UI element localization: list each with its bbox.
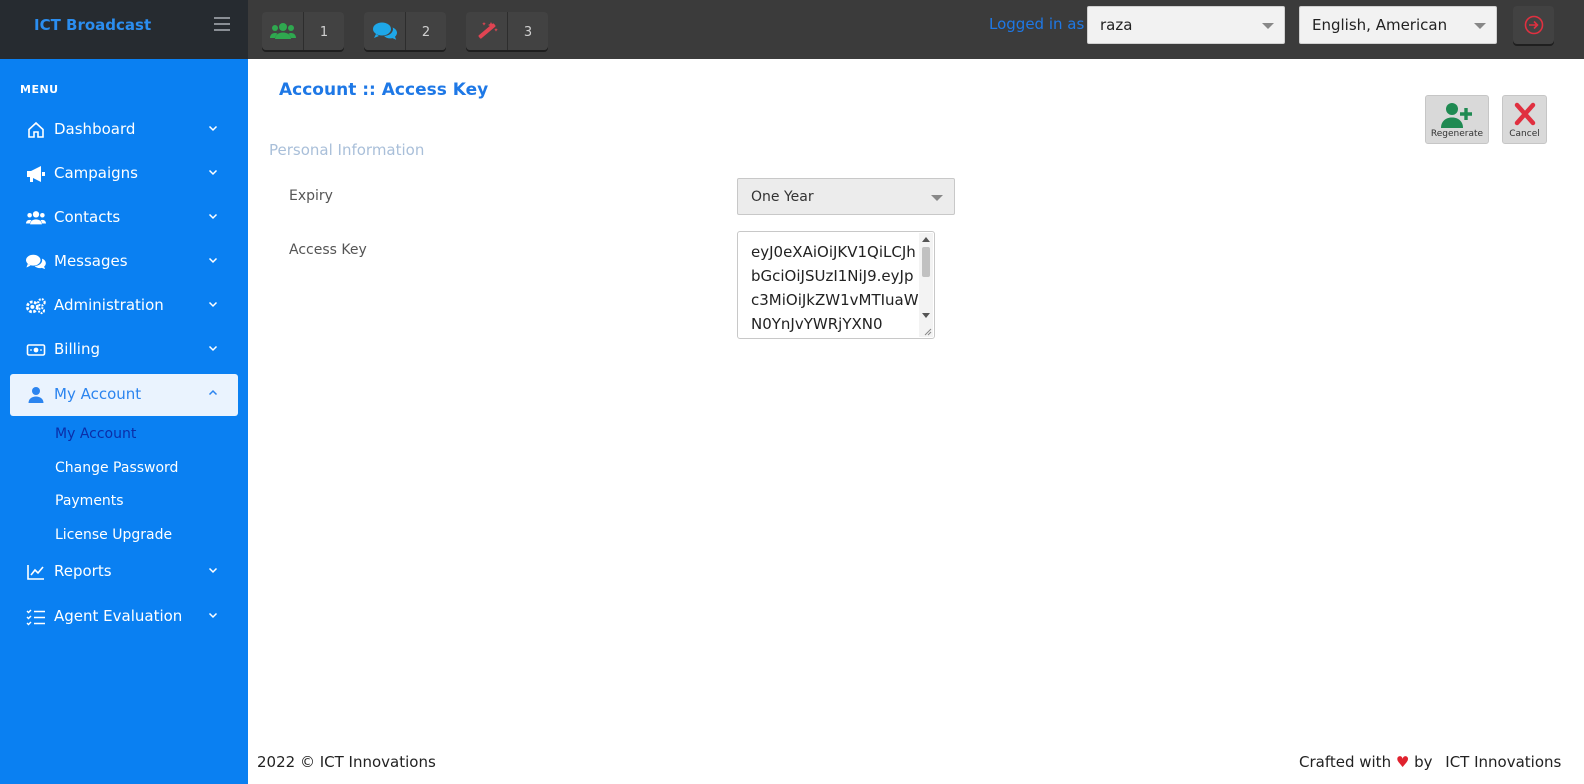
sidebar-item-contacts[interactable]: Contacts xyxy=(10,197,238,239)
money-icon xyxy=(26,344,46,356)
home-icon xyxy=(28,121,44,138)
sidebar-item-dashboard[interactable]: Dashboard xyxy=(10,109,238,151)
page-title: Account :: Access Key xyxy=(279,80,489,100)
gears-icon xyxy=(26,298,46,315)
quick-button-contacts[interactable]: 1 xyxy=(262,12,344,50)
regenerate-button[interactable]: Regenerate xyxy=(1425,95,1489,144)
user-select[interactable]: raza xyxy=(1087,6,1285,44)
sidebar-item-agent-evaluation[interactable]: Agent Evaluation xyxy=(10,596,238,638)
quick-button-messages[interactable]: 2 xyxy=(364,12,446,50)
regenerate-label: Regenerate xyxy=(1430,129,1484,139)
footer-company-link[interactable]: ICT Innovations xyxy=(1445,753,1561,771)
chevron-down-icon xyxy=(1474,23,1486,29)
chat-icon xyxy=(364,12,406,50)
chevron-down-icon xyxy=(208,301,218,308)
cancel-label: Cancel xyxy=(1509,129,1540,139)
language-select-value: English, American xyxy=(1312,16,1448,34)
app-title[interactable]: ICT Broadcast xyxy=(34,16,151,34)
chevron-down-icon xyxy=(931,195,943,201)
quick-button-count: 1 xyxy=(304,12,344,50)
expiry-select[interactable]: One Year xyxy=(737,178,955,215)
expiry-select-value: One Year xyxy=(751,189,814,205)
chevron-down-icon xyxy=(208,567,218,574)
chevron-up-icon xyxy=(208,389,218,396)
users-icon xyxy=(262,12,304,50)
submenu-change-password[interactable]: Change Password xyxy=(55,460,178,476)
sidebar-item-label: Messages xyxy=(54,252,128,270)
access-key-label: Access Key xyxy=(289,242,367,258)
scroll-thumb[interactable] xyxy=(922,247,930,277)
quick-button-count: 3 xyxy=(508,12,548,50)
menu-title: MENU xyxy=(20,83,59,96)
heart-icon: ♥ xyxy=(1395,753,1410,771)
sidebar-item-my-account[interactable]: My Account xyxy=(10,374,238,416)
footer-credits: Crafted with ♥ by ICT Innovations xyxy=(1299,753,1561,771)
scroll-down-icon[interactable] xyxy=(922,313,930,318)
top-bar: ICT Broadcast 1 2 3 Logged in as : raza … xyxy=(0,0,1584,59)
access-key-value: eyJ0eXAiOiJKV1QiLCJhbGciOiJSUzI1NiJ9.eyJ… xyxy=(751,243,919,333)
logged-in-label: Logged in as : xyxy=(989,15,1095,33)
footer-crafted-text: Crafted with xyxy=(1299,753,1392,771)
brand-area: ICT Broadcast xyxy=(0,0,248,59)
sidebar-item-campaigns[interactable]: Campaigns xyxy=(10,153,238,195)
chevron-down-icon xyxy=(208,169,218,176)
submenu-license-upgrade[interactable]: License Upgrade xyxy=(55,527,172,543)
add-user-icon xyxy=(1426,102,1488,128)
footer-by-text: by xyxy=(1414,753,1433,771)
chevron-down-icon xyxy=(208,612,218,619)
textarea-scrollbar[interactable] xyxy=(919,233,933,337)
chevron-down-icon xyxy=(208,345,218,352)
expiry-label: Expiry xyxy=(289,188,333,204)
chat-icon xyxy=(26,254,46,270)
access-key-textarea[interactable]: eyJ0eXAiOiJKV1QiLCJhbGciOiJSUzI1NiJ9.eyJ… xyxy=(737,231,935,339)
sidebar-item-billing[interactable]: Billing xyxy=(10,329,238,371)
magic-wand-icon xyxy=(466,12,508,50)
sidebar-item-label: Campaigns xyxy=(54,164,139,182)
sidebar-item-label: Reports xyxy=(54,562,112,580)
user-select-value: raza xyxy=(1100,16,1133,34)
submenu-my-account[interactable]: My Account xyxy=(55,426,136,442)
section-title: Personal Information xyxy=(269,141,425,159)
sidebar-item-label: Billing xyxy=(54,340,100,358)
sidebar-item-label: Agent Evaluation xyxy=(54,607,183,625)
footer-copyright: 2022 © ICT Innovations xyxy=(257,753,436,771)
sidebar-item-administration[interactable]: Administration xyxy=(10,285,238,327)
sidebar-item-label: Dashboard xyxy=(54,120,136,138)
sidebar-item-label: My Account xyxy=(54,385,142,403)
sidebar: MENU Dashboard Campaigns Contacts Messag… xyxy=(0,59,248,784)
chevron-down-icon xyxy=(208,125,218,132)
quick-button-count: 2 xyxy=(406,12,446,50)
resize-handle-icon[interactable] xyxy=(924,328,932,336)
logout-button[interactable] xyxy=(1513,6,1554,44)
megaphone-icon xyxy=(27,166,45,182)
language-select[interactable]: English, American xyxy=(1299,6,1497,44)
close-icon xyxy=(1503,102,1546,128)
submenu-payments[interactable]: Payments xyxy=(55,493,124,509)
quick-button-campaigns[interactable]: 3 xyxy=(466,12,548,50)
chevron-down-icon xyxy=(208,257,218,264)
chart-line-icon xyxy=(27,565,44,580)
sidebar-item-messages[interactable]: Messages xyxy=(10,241,238,283)
sidebar-item-label: Administration xyxy=(54,296,164,314)
sidebar-item-label: Contacts xyxy=(54,208,121,226)
users-icon xyxy=(26,211,46,225)
chevron-down-icon xyxy=(208,213,218,220)
user-icon xyxy=(28,387,44,403)
sign-out-icon xyxy=(1524,15,1543,35)
sidebar-item-reports[interactable]: Reports xyxy=(10,551,238,593)
chevron-down-icon xyxy=(1262,23,1274,29)
hamburger-menu-icon[interactable] xyxy=(214,17,230,31)
cancel-button[interactable]: Cancel xyxy=(1502,95,1547,144)
scroll-up-icon[interactable] xyxy=(922,237,930,242)
checklist-icon xyxy=(26,609,45,626)
